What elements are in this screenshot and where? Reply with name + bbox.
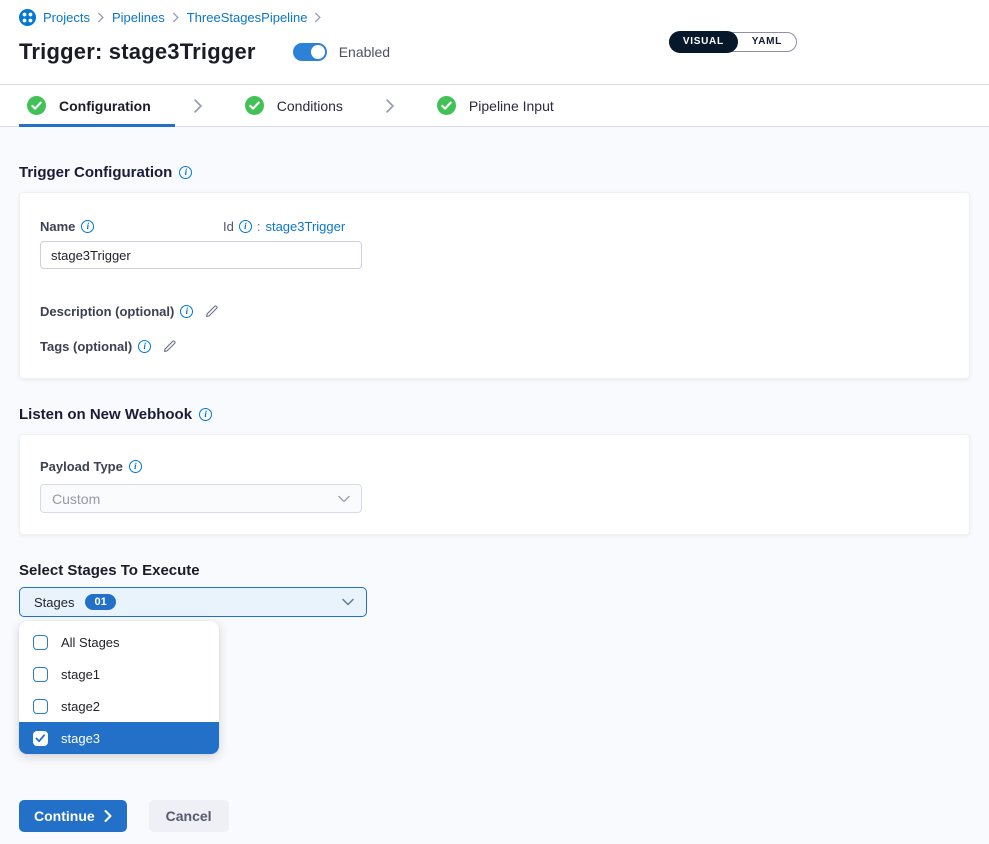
tags-label: Tags (optional) — [40, 339, 151, 354]
content-area: Trigger Configuration Name Id : stage3Tr… — [0, 127, 989, 844]
chevron-right-icon — [104, 810, 112, 822]
chevron-right-icon — [314, 12, 322, 23]
checkbox-checked-icon[interactable] — [33, 731, 48, 746]
visual-mode-button[interactable]: VISUAL — [669, 31, 738, 53]
continue-button[interactable]: Continue — [19, 800, 127, 832]
tab-label: Configuration — [59, 98, 151, 114]
breadcrumb: Projects Pipelines ThreeStagesPipeline — [0, 0, 989, 26]
continue-label: Continue — [34, 808, 95, 824]
description-label-text: Description (optional) — [40, 304, 174, 319]
webhook-heading: Listen on New Webhook — [19, 379, 970, 423]
option-label: stage1 — [61, 667, 100, 682]
page-title: Trigger: stage3Trigger — [19, 39, 256, 65]
wizard-tabbar: Configuration Conditions Pipeline Input — [0, 84, 989, 127]
footer-actions: Continue Cancel — [19, 800, 970, 832]
description-row: Description (optional) — [40, 304, 949, 319]
chevron-right-icon — [97, 12, 105, 23]
payload-type-select[interactable]: Custom — [40, 484, 362, 513]
tags-label-text: Tags (optional) — [40, 339, 132, 354]
heading-text: Listen on New Webhook — [19, 406, 192, 423]
breadcrumb-link-projects[interactable]: Projects — [43, 10, 90, 25]
tags-row: Tags (optional) — [40, 339, 949, 354]
info-icon[interactable] — [138, 340, 151, 353]
payload-type-label: Payload Type — [40, 459, 142, 474]
id-separator: : — [257, 219, 261, 234]
name-label-text: Name — [40, 219, 75, 234]
check-circle-icon — [27, 96, 46, 115]
title-row: Trigger: stage3Trigger Enabled — [19, 39, 989, 65]
chevron-right-icon — [172, 12, 180, 23]
trigger-configuration-page: Projects Pipelines ThreeStagesPipeline T… — [0, 0, 989, 844]
chevron-down-icon — [342, 593, 354, 611]
id-value: stage3Trigger — [265, 219, 345, 234]
option-label: stage3 — [61, 731, 100, 746]
checkbox-icon[interactable] — [33, 699, 48, 714]
name-label: Name — [40, 219, 223, 234]
payload-type-value: Custom — [52, 491, 100, 507]
edit-description-icon[interactable] — [204, 304, 219, 319]
tab-label: Conditions — [277, 98, 343, 114]
info-icon[interactable] — [199, 408, 212, 421]
info-icon[interactable] — [180, 305, 193, 318]
breadcrumb-link-pipelines[interactable]: Pipelines — [112, 10, 165, 25]
stages-select-label: Stages — [34, 595, 74, 610]
trigger-configuration-card: Name Id : stage3Trigger Description (opt… — [19, 192, 970, 379]
option-label: stage2 — [61, 699, 100, 714]
tab-label: Pipeline Input — [469, 98, 554, 114]
description-label: Description (optional) — [40, 304, 193, 319]
stage-option-stage3[interactable]: stage3 — [19, 722, 219, 754]
selected-count-badge: 01 — [85, 594, 115, 610]
name-id-row: Name Id : stage3Trigger — [40, 219, 949, 234]
check-circle-icon — [245, 96, 264, 115]
enabled-toggle[interactable] — [293, 43, 327, 61]
stages-dropdown-menu: All Stages stage1 stage2 stage3 — [19, 621, 219, 754]
check-circle-icon — [437, 96, 456, 115]
tab-configuration[interactable]: Configuration — [19, 85, 175, 126]
info-icon[interactable] — [129, 460, 142, 473]
id-label: Id — [223, 219, 234, 234]
enabled-label: Enabled — [339, 44, 390, 60]
info-icon[interactable] — [179, 166, 192, 179]
payload-type-label-text: Payload Type — [40, 459, 123, 474]
chevron-down-icon — [338, 490, 350, 508]
cancel-button[interactable]: Cancel — [149, 800, 229, 832]
stage-option-stage2[interactable]: stage2 — [19, 690, 219, 722]
option-label: All Stages — [61, 635, 120, 650]
select-stages-heading: Select Stages To Execute — [19, 562, 970, 579]
heading-text: Trigger Configuration — [19, 164, 172, 181]
checkbox-icon[interactable] — [33, 667, 48, 682]
webhook-card: Payload Type Custom — [19, 434, 970, 535]
visual-yaml-toggle: VISUAL YAML — [669, 32, 797, 52]
id-display: Id : stage3Trigger — [223, 219, 345, 234]
yaml-mode-button[interactable]: YAML — [738, 32, 796, 52]
name-input[interactable] — [40, 241, 362, 269]
stage-option-stage1[interactable]: stage1 — [19, 658, 219, 690]
cancel-label: Cancel — [166, 808, 212, 824]
projects-icon — [19, 9, 36, 26]
info-icon[interactable] — [81, 220, 94, 233]
page-header: Projects Pipelines ThreeStagesPipeline T… — [0, 0, 989, 84]
checkbox-icon[interactable] — [33, 635, 48, 650]
stage-option-all-stages[interactable]: All Stages — [19, 626, 219, 658]
chevron-right-icon — [193, 99, 203, 113]
chevron-right-icon — [385, 99, 395, 113]
toggle-knob — [311, 45, 325, 59]
stages-multiselect[interactable]: Stages 01 — [19, 587, 367, 617]
edit-tags-icon[interactable] — [162, 339, 177, 354]
info-icon[interactable] — [239, 220, 252, 233]
breadcrumb-link-pipeline-name[interactable]: ThreeStagesPipeline — [187, 10, 308, 25]
tab-conditions[interactable]: Conditions — [221, 85, 367, 126]
tab-pipeline-input[interactable]: Pipeline Input — [413, 85, 578, 126]
trigger-configuration-heading: Trigger Configuration — [19, 127, 970, 181]
